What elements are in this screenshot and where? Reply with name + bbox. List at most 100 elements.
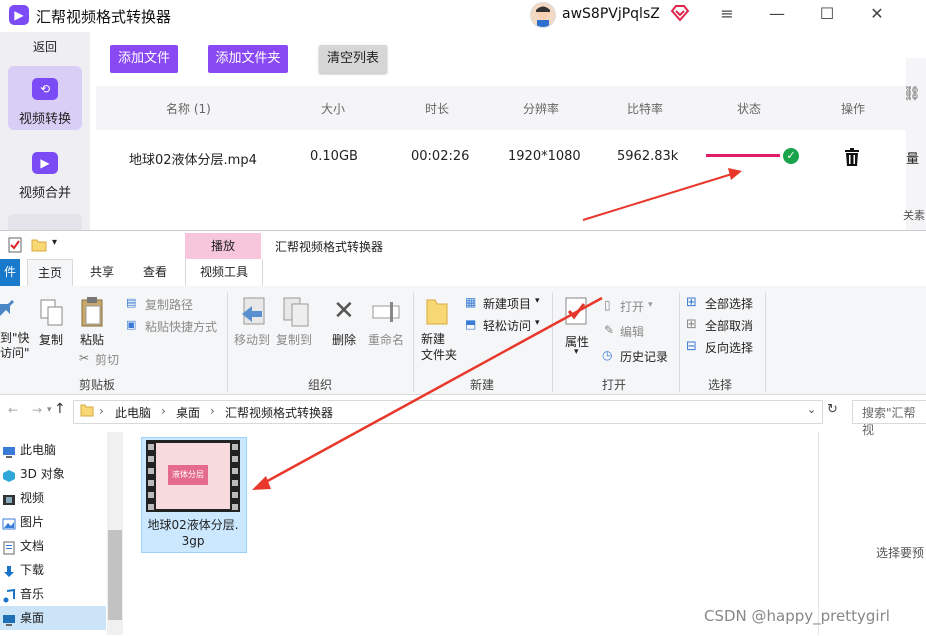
forward-arrow-icon[interactable]: → <box>32 403 42 417</box>
copy-to-button[interactable]: 复制到 <box>276 331 312 348</box>
move-to-icon[interactable] <box>240 296 270 331</box>
tab-home[interactable]: 主页 <box>27 259 73 287</box>
pin-quick-access-button[interactable]: 到"快 访问" <box>0 331 30 361</box>
vip-icon[interactable] <box>670 3 690 23</box>
copy-to-icon[interactable] <box>282 296 312 331</box>
tab-video-tools[interactable]: 视频工具 <box>185 259 263 286</box>
paste-icon[interactable] <box>80 296 106 331</box>
close-icon[interactable]: ✕ <box>867 4 887 24</box>
maximize-icon[interactable]: ☐ <box>817 4 837 24</box>
paste-button[interactable]: 粘贴 <box>80 331 104 348</box>
nav-scrollbar-thumb[interactable] <box>108 530 122 620</box>
breadcrumb-item[interactable]: 此电脑 <box>115 404 151 421</box>
history-icon: ◷ <box>602 348 613 362</box>
back-button[interactable]: 返回 <box>0 38 90 55</box>
copy-button[interactable]: 复制 <box>39 331 63 348</box>
file-name-line: 地球02液体分层. <box>147 518 239 532</box>
new-item-icon: ▦ <box>465 295 477 309</box>
column-status: 状态 <box>737 102 762 116</box>
recent-dropdown-icon[interactable]: ▾ <box>47 405 52 415</box>
breadcrumb-item[interactable]: 汇帮视频格式转换器 <box>225 404 333 421</box>
window-title: 汇帮视频格式转换器 <box>275 240 384 254</box>
rename-button[interactable]: 重命名 <box>368 331 404 348</box>
move-to-button[interactable]: 移动到 <box>234 331 270 348</box>
open-button[interactable]: 打开 <box>620 298 644 315</box>
column-resolution: 分辨率 <box>523 102 560 116</box>
clear-list-button[interactable]: 清空列表 <box>319 45 387 73</box>
nav-item[interactable]: 此电脑 <box>0 438 106 462</box>
merge-icon: ▶ <box>32 152 58 174</box>
avatar[interactable] <box>530 2 556 28</box>
new-folder-button[interactable]: 新建 文件夹 <box>421 331 457 363</box>
easy-access-icon: ⬒ <box>465 317 477 331</box>
link-icon[interactable]: ⛓ <box>903 86 921 102</box>
properties-icon[interactable] <box>564 296 590 329</box>
nav-item[interactable]: 3D 对象 <box>0 462 106 486</box>
refresh-icon[interactable]: ↻ <box>827 402 838 417</box>
scissors-icon: ✂ <box>79 351 90 365</box>
paste-shortcut-icon: ▣ <box>126 318 137 331</box>
nav-item-label: 文档 <box>20 539 45 553</box>
edit-button[interactable]: 编辑 <box>620 323 644 340</box>
cell-name: 地球02液体分层.mp4 <box>129 153 257 168</box>
qat-dropdown-icon[interactable]: ▾ <box>52 237 57 248</box>
column-name[interactable]: 名称 (1) <box>166 100 211 117</box>
select-all-button[interactable]: 全部选择 <box>705 295 753 312</box>
sidebar-item-video-merge[interactable]: ▶ 视频合并 <box>8 140 82 204</box>
tab-play[interactable]: 播放 <box>185 233 261 259</box>
pin-icon[interactable] <box>0 298 14 327</box>
details-pane-divider[interactable] <box>818 432 819 635</box>
minimize-icon[interactable]: — <box>767 4 787 24</box>
up-arrow-icon[interactable]: ↑ <box>54 401 66 417</box>
properties-small-icon[interactable] <box>8 237 22 256</box>
delete-button[interactable]: 删除 <box>332 331 356 348</box>
group-label-clipboard: 剪贴板 <box>78 378 115 392</box>
file-name[interactable]: 地球02液体分层. 3gp <box>142 517 244 549</box>
add-folder-button[interactable]: 添加文件夹 <box>208 45 288 73</box>
tab-file[interactable]: 件 <box>0 259 20 286</box>
progress-bar <box>706 154 780 157</box>
cut-button[interactable]: 剪切 <box>95 351 119 368</box>
chevron-down-icon: ▾ <box>648 300 653 310</box>
new-folder-icon[interactable] <box>425 296 451 329</box>
chevron-down-icon: ▾ <box>574 347 579 357</box>
copy-path-button[interactable]: 复制路径 <box>145 296 193 313</box>
paste-shortcut-button[interactable]: 粘贴快捷方式 <box>145 318 217 335</box>
chevron-down-icon: ▾ <box>535 296 540 306</box>
easy-access-button[interactable]: 轻松访问 <box>483 317 531 334</box>
picture-icon <box>2 515 16 530</box>
invert-selection-button[interactable]: 反向选择 <box>705 339 753 356</box>
nav-item[interactable]: 音乐 <box>0 582 106 606</box>
nav-item-label: 下载 <box>20 563 45 577</box>
nav-item[interactable]: 桌面 <box>0 606 106 630</box>
delete-icon[interactable]: ✕ <box>333 298 355 324</box>
address-dropdown-icon[interactable]: ⌄ <box>807 403 816 416</box>
history-button[interactable]: 历史记录 <box>620 348 668 365</box>
pc-icon <box>2 443 16 458</box>
column-action: 操作 <box>841 102 866 116</box>
column-duration: 时长 <box>425 102 450 116</box>
new-item-button[interactable]: 新建项目 <box>483 295 531 312</box>
file-name-line: 3gp <box>181 534 205 548</box>
tab-share[interactable]: 共享 <box>80 259 124 286</box>
rename-icon[interactable] <box>372 300 402 327</box>
trash-icon[interactable] <box>844 148 859 166</box>
nav-item[interactable]: 图片 <box>0 510 106 534</box>
new-folder-small-icon[interactable] <box>31 237 47 256</box>
add-file-button[interactable]: 添加文件 <box>110 45 178 73</box>
cell-duration: 00:02:26 <box>411 149 470 164</box>
sidebar-item-video-convert[interactable]: ⟲ 视频转换 <box>8 66 82 130</box>
tab-view[interactable]: 查看 <box>133 259 177 286</box>
breadcrumb-item[interactable]: 桌面 <box>176 404 200 421</box>
nav-item[interactable]: 文档 <box>0 534 106 558</box>
nav-item[interactable]: 下载 <box>0 558 106 582</box>
back-arrow-icon[interactable]: ← <box>8 403 18 417</box>
nav-item-label: 图片 <box>20 515 45 529</box>
username[interactable]: awS8PVjPqlsZ <box>562 6 660 22</box>
nav-item[interactable]: 视频 <box>0 486 106 510</box>
preview-hint: 选择要预 <box>876 546 925 560</box>
watermark: CSDN @happy_prettygirl <box>704 607 890 625</box>
menu-icon[interactable]: ≡ <box>717 4 737 24</box>
copy-icon[interactable] <box>39 298 65 331</box>
select-none-button[interactable]: 全部取消 <box>705 317 753 334</box>
